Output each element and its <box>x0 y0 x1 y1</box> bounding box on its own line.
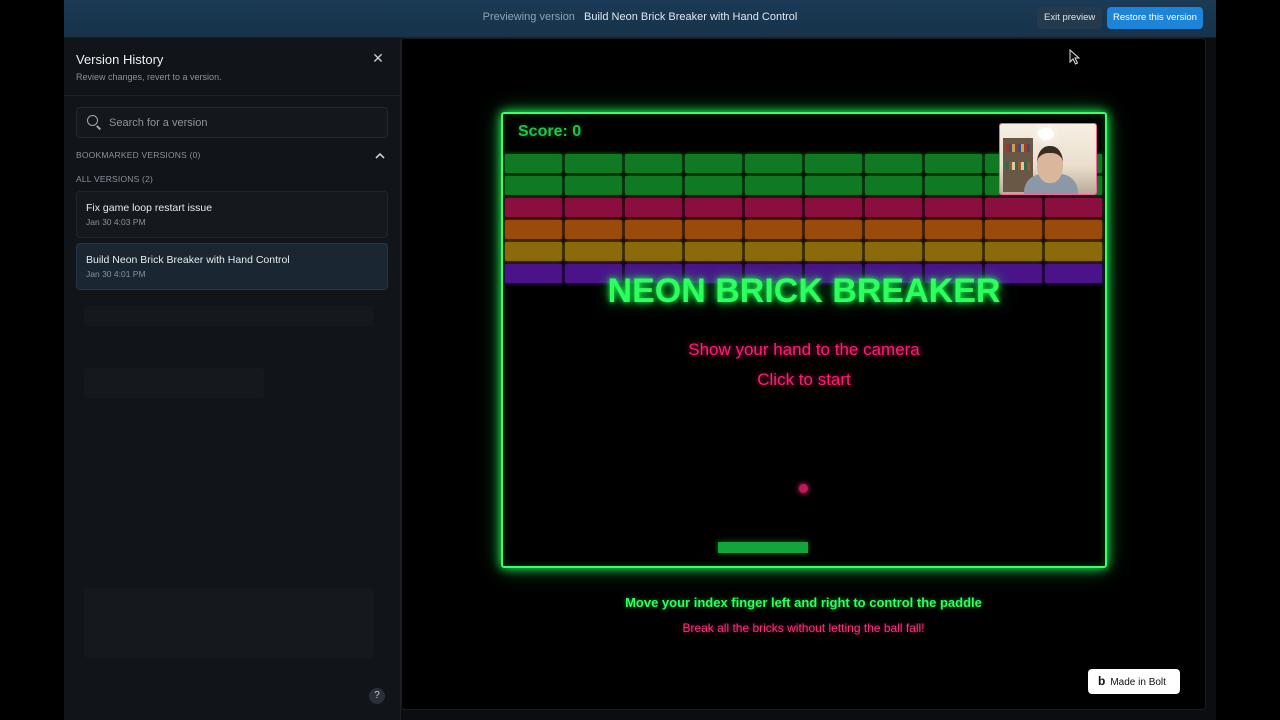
brick <box>745 176 802 195</box>
brick <box>925 198 982 217</box>
blurred-placeholder <box>84 306 374 326</box>
brick <box>565 220 622 239</box>
brick <box>865 198 922 217</box>
score-label: Score: 0 <box>518 123 582 140</box>
brick <box>625 242 682 261</box>
brick <box>865 242 922 261</box>
brick <box>685 198 742 217</box>
close-icon[interactable]: ✕ <box>370 50 386 66</box>
version-title: Build Neon Brick Breaker with Hand Contr… <box>86 254 290 266</box>
brick <box>625 154 682 173</box>
app-window: Previewing version Build Neon Brick Brea… <box>64 0 1216 720</box>
preview-pane: Score: 0 NEON BRICK BREAKER Show your ha… <box>401 38 1206 710</box>
brick <box>625 176 682 195</box>
badge-label: Made in Bolt <box>1110 677 1166 688</box>
hand-message: Show your hand to the camera <box>688 340 920 359</box>
restore-version-button[interactable]: Restore this version <box>1107 7 1203 29</box>
brick <box>565 198 622 217</box>
brick <box>505 198 562 217</box>
chevron-up-icon[interactable] <box>374 150 386 162</box>
brick <box>805 220 862 239</box>
brick <box>805 198 862 217</box>
brick <box>985 198 1042 217</box>
brick <box>805 242 862 261</box>
brick <box>1045 198 1102 217</box>
bookmarked-versions-header[interactable]: BOOKMARKED VERSIONS (0) <box>76 150 201 160</box>
brick <box>925 242 982 261</box>
brick <box>625 220 682 239</box>
search-box <box>76 107 388 138</box>
preview-prefix: Previewing version <box>482 11 575 23</box>
game-canvas[interactable]: Score: 0 NEON BRICK BREAKER Show your ha… <box>501 112 1107 568</box>
blurred-placeholder <box>84 368 264 398</box>
paddle <box>718 542 808 553</box>
brick <box>745 220 802 239</box>
brick <box>865 220 922 239</box>
instruction-primary: Move your index finger left and right to… <box>625 595 982 610</box>
instruction-secondary: Break all the bricks without letting the… <box>682 621 925 635</box>
webcam-person-head <box>1037 146 1063 183</box>
brick <box>685 154 742 173</box>
game-title: NEON BRICK BREAKER <box>607 272 1001 310</box>
search-icon <box>87 115 98 126</box>
webcam-light <box>1038 128 1054 140</box>
divider <box>64 95 400 96</box>
brick <box>805 176 862 195</box>
panel-subtitle: Review changes, revert to a version. <box>76 72 222 82</box>
brick <box>925 176 982 195</box>
version-title: Fix game loop restart issue <box>86 202 213 214</box>
search-input[interactable] <box>107 114 381 132</box>
webcam-preview <box>999 123 1097 195</box>
brick <box>1045 242 1102 261</box>
brick <box>745 242 802 261</box>
brick <box>745 154 802 173</box>
brick <box>685 220 742 239</box>
brick <box>1045 220 1102 239</box>
brick <box>505 176 562 195</box>
brick <box>925 154 982 173</box>
brick <box>805 154 862 173</box>
preview-version-name: Build Neon Brick Breaker with Hand Contr… <box>584 11 798 23</box>
brick <box>985 220 1042 239</box>
version-history-panel: Version History Review changes, revert t… <box>64 38 401 720</box>
click-to-start[interactable]: Click to start <box>503 370 1105 390</box>
ball <box>799 484 808 493</box>
preview-topbar: Previewing version Build Neon Brick Brea… <box>64 0 1216 38</box>
brick <box>625 198 682 217</box>
brick <box>565 242 622 261</box>
all-versions-header: ALL VERSIONS (2) <box>76 174 154 184</box>
brick <box>685 242 742 261</box>
brick <box>865 154 922 173</box>
exit-preview-button[interactable]: Exit preview <box>1037 7 1103 29</box>
mouse-cursor-icon <box>1069 49 1081 65</box>
made-in-bolt-badge[interactable]: b Made in Bolt <box>1088 669 1180 694</box>
panel-title: Version History <box>76 52 164 67</box>
blurred-placeholder <box>84 588 374 658</box>
bolt-logo-icon: b <box>1098 674 1106 688</box>
brick <box>985 242 1042 261</box>
brick <box>565 154 622 173</box>
brick <box>505 154 562 173</box>
version-item[interactable]: Fix game loop restart issue Jan 30 4:03 … <box>76 191 388 238</box>
brick <box>925 220 982 239</box>
brick <box>685 176 742 195</box>
help-icon[interactable]: ? <box>369 688 385 704</box>
brick <box>565 176 622 195</box>
version-date: Jan 30 4:03 PM <box>86 217 146 227</box>
brick <box>505 220 562 239</box>
version-item-selected[interactable]: Build Neon Brick Breaker with Hand Contr… <box>76 243 388 290</box>
version-date: Jan 30 4:01 PM <box>86 269 146 279</box>
brick <box>745 198 802 217</box>
brick <box>865 176 922 195</box>
brick <box>505 242 562 261</box>
